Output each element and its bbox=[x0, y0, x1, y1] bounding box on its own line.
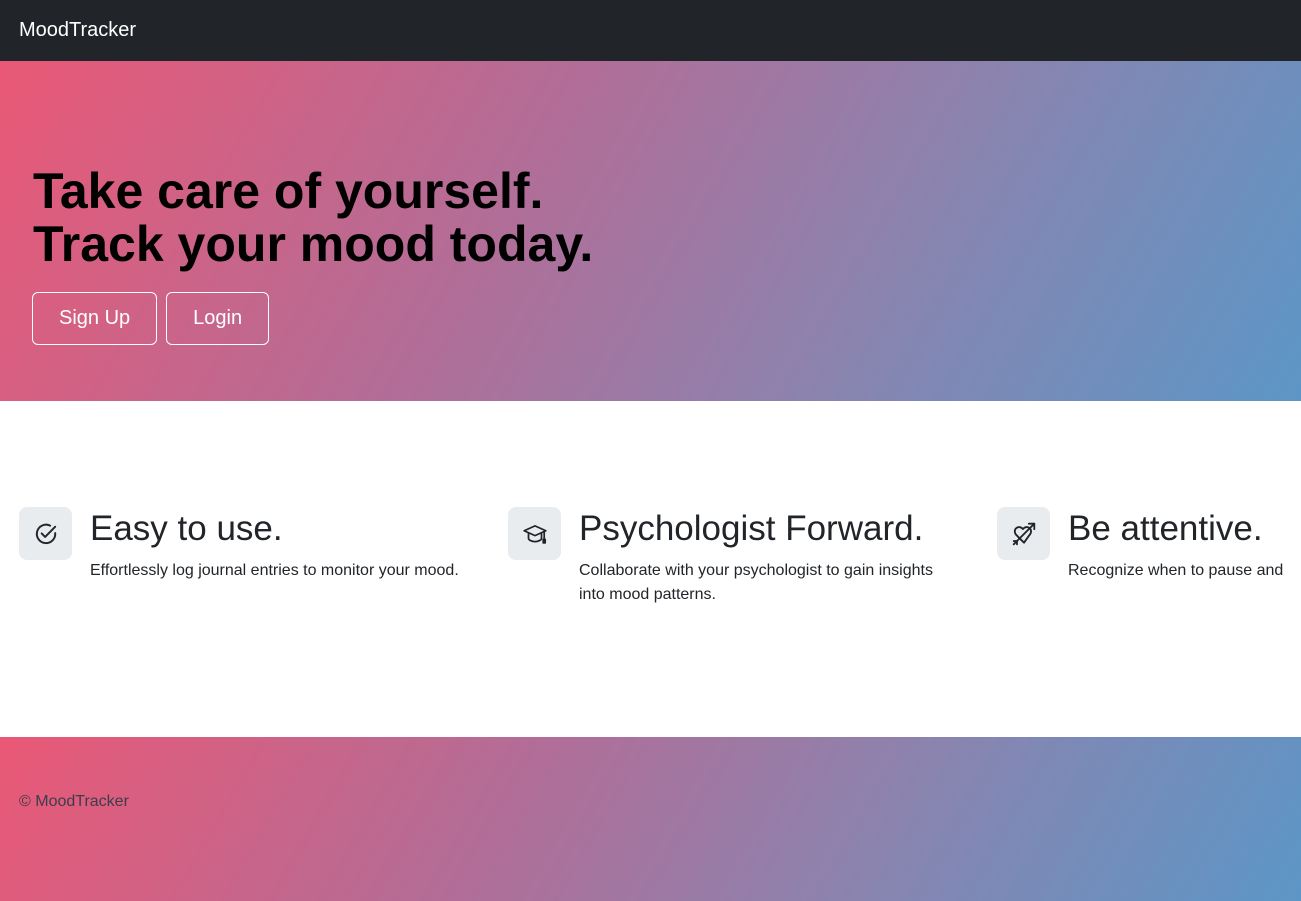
hero-title-line-2: Track your mood today. bbox=[33, 216, 594, 272]
heart-arrow-icon bbox=[997, 507, 1050, 560]
login-button[interactable]: Login bbox=[166, 292, 270, 345]
brand-link[interactable]: MoodTracker bbox=[19, 19, 136, 42]
hero-buttons: Sign Up Login bbox=[32, 292, 270, 345]
feature-title: Easy to use. bbox=[90, 509, 283, 548]
hero-title: Take care of yourself. Track your mood t… bbox=[33, 165, 593, 271]
navbar: MoodTracker bbox=[0, 0, 1301, 61]
feature-title: Be attentive. bbox=[1068, 509, 1263, 548]
feature-description: Effortlessly log journal entries to moni… bbox=[90, 562, 459, 579]
features-section: Easy to use. Effortlessly log journal en… bbox=[0, 401, 1301, 737]
feature-description: Collaborate with your psychologist to ga… bbox=[579, 562, 933, 603]
hero-title-line-1: Take care of yourself. bbox=[33, 163, 544, 219]
sign-up-button[interactable]: Sign Up bbox=[32, 292, 158, 345]
hero-section: Take care of yourself. Track your mood t… bbox=[0, 61, 1301, 401]
feature-description: Recognize when to pause and bbox=[1068, 562, 1284, 579]
feature-title: Psychologist Forward. bbox=[579, 509, 924, 548]
copyright-text: © MoodTracker bbox=[19, 793, 129, 810]
footer: © MoodTracker bbox=[0, 737, 1301, 901]
graduation-cap-icon bbox=[508, 507, 561, 560]
check-circle-icon bbox=[19, 507, 72, 560]
